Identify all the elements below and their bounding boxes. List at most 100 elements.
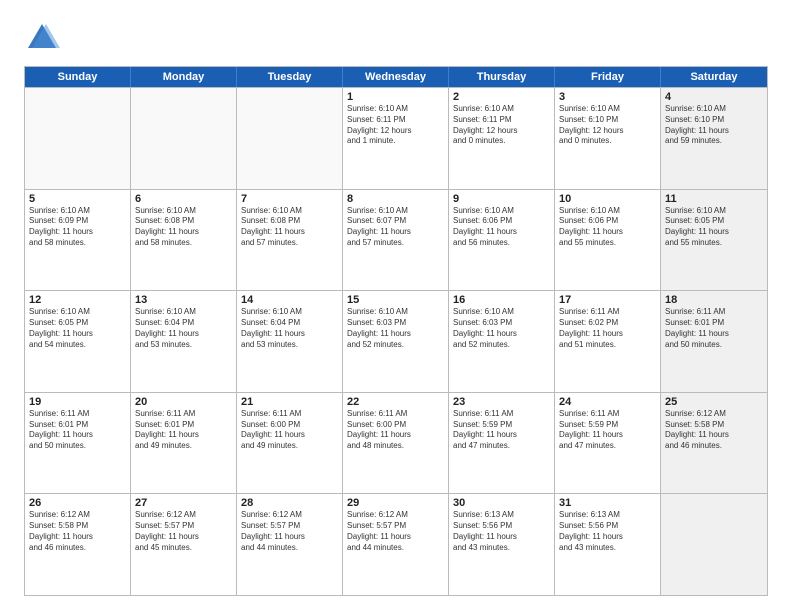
cell-info: Sunrise: 6:10 AMSunset: 6:11 PMDaylight:… <box>347 104 444 147</box>
calendar-cell: 3Sunrise: 6:10 AMSunset: 6:10 PMDaylight… <box>555 88 661 189</box>
day-number: 5 <box>29 193 126 205</box>
calendar-cell: 16Sunrise: 6:10 AMSunset: 6:03 PMDayligh… <box>449 291 555 392</box>
calendar-cell <box>237 88 343 189</box>
calendar-cell: 27Sunrise: 6:12 AMSunset: 5:57 PMDayligh… <box>131 494 237 595</box>
day-number: 12 <box>29 294 126 306</box>
calendar-cell: 4Sunrise: 6:10 AMSunset: 6:10 PMDaylight… <box>661 88 767 189</box>
cell-info: Sunrise: 6:10 AMSunset: 6:09 PMDaylight:… <box>29 206 126 249</box>
weekday-header: Saturday <box>661 67 767 87</box>
day-number: 25 <box>665 396 763 408</box>
calendar-cell: 21Sunrise: 6:11 AMSunset: 6:00 PMDayligh… <box>237 393 343 494</box>
day-number: 21 <box>241 396 338 408</box>
cell-info: Sunrise: 6:11 AMSunset: 5:59 PMDaylight:… <box>453 409 550 452</box>
cell-info: Sunrise: 6:10 AMSunset: 6:05 PMDaylight:… <box>29 307 126 350</box>
day-number: 9 <box>453 193 550 205</box>
cell-info: Sunrise: 6:10 AMSunset: 6:06 PMDaylight:… <box>453 206 550 249</box>
cell-info: Sunrise: 6:12 AMSunset: 5:57 PMDaylight:… <box>135 510 232 553</box>
day-number: 18 <box>665 294 763 306</box>
cell-info: Sunrise: 6:12 AMSunset: 5:57 PMDaylight:… <box>241 510 338 553</box>
day-number: 27 <box>135 497 232 509</box>
day-number: 14 <box>241 294 338 306</box>
page: SundayMondayTuesdayWednesdayThursdayFrid… <box>0 0 792 612</box>
cell-info: Sunrise: 6:10 AMSunset: 6:10 PMDaylight:… <box>559 104 656 147</box>
weekday-header: Tuesday <box>237 67 343 87</box>
calendar-week: 5Sunrise: 6:10 AMSunset: 6:09 PMDaylight… <box>25 189 767 291</box>
day-number: 30 <box>453 497 550 509</box>
cell-info: Sunrise: 6:10 AMSunset: 6:06 PMDaylight:… <box>559 206 656 249</box>
calendar-week: 12Sunrise: 6:10 AMSunset: 6:05 PMDayligh… <box>25 290 767 392</box>
calendar-body: 1Sunrise: 6:10 AMSunset: 6:11 PMDaylight… <box>25 87 767 595</box>
calendar-cell: 5Sunrise: 6:10 AMSunset: 6:09 PMDaylight… <box>25 190 131 291</box>
calendar-cell <box>661 494 767 595</box>
cell-info: Sunrise: 6:10 AMSunset: 6:05 PMDaylight:… <box>665 206 763 249</box>
day-number: 31 <box>559 497 656 509</box>
calendar-cell: 29Sunrise: 6:12 AMSunset: 5:57 PMDayligh… <box>343 494 449 595</box>
calendar-cell: 20Sunrise: 6:11 AMSunset: 6:01 PMDayligh… <box>131 393 237 494</box>
cell-info: Sunrise: 6:10 AMSunset: 6:04 PMDaylight:… <box>241 307 338 350</box>
calendar-cell: 14Sunrise: 6:10 AMSunset: 6:04 PMDayligh… <box>237 291 343 392</box>
calendar-cell: 11Sunrise: 6:10 AMSunset: 6:05 PMDayligh… <box>661 190 767 291</box>
calendar-cell: 13Sunrise: 6:10 AMSunset: 6:04 PMDayligh… <box>131 291 237 392</box>
day-number: 15 <box>347 294 444 306</box>
calendar-cell: 24Sunrise: 6:11 AMSunset: 5:59 PMDayligh… <box>555 393 661 494</box>
day-number: 8 <box>347 193 444 205</box>
day-number: 3 <box>559 91 656 103</box>
cell-info: Sunrise: 6:10 AMSunset: 6:03 PMDaylight:… <box>453 307 550 350</box>
day-number: 2 <box>453 91 550 103</box>
day-number: 24 <box>559 396 656 408</box>
calendar-cell: 6Sunrise: 6:10 AMSunset: 6:08 PMDaylight… <box>131 190 237 291</box>
cell-info: Sunrise: 6:10 AMSunset: 6:07 PMDaylight:… <box>347 206 444 249</box>
day-number: 7 <box>241 193 338 205</box>
day-number: 10 <box>559 193 656 205</box>
cell-info: Sunrise: 6:13 AMSunset: 5:56 PMDaylight:… <box>453 510 550 553</box>
day-number: 20 <box>135 396 232 408</box>
cell-info: Sunrise: 6:12 AMSunset: 5:58 PMDaylight:… <box>29 510 126 553</box>
calendar-cell: 15Sunrise: 6:10 AMSunset: 6:03 PMDayligh… <box>343 291 449 392</box>
weekday-header: Wednesday <box>343 67 449 87</box>
weekday-header: Thursday <box>449 67 555 87</box>
calendar-week: 19Sunrise: 6:11 AMSunset: 6:01 PMDayligh… <box>25 392 767 494</box>
calendar-cell: 12Sunrise: 6:10 AMSunset: 6:05 PMDayligh… <box>25 291 131 392</box>
calendar-cell: 28Sunrise: 6:12 AMSunset: 5:57 PMDayligh… <box>237 494 343 595</box>
day-number: 13 <box>135 294 232 306</box>
calendar-cell: 18Sunrise: 6:11 AMSunset: 6:01 PMDayligh… <box>661 291 767 392</box>
day-number: 17 <box>559 294 656 306</box>
calendar-cell: 10Sunrise: 6:10 AMSunset: 6:06 PMDayligh… <box>555 190 661 291</box>
calendar-cell: 25Sunrise: 6:12 AMSunset: 5:58 PMDayligh… <box>661 393 767 494</box>
cell-info: Sunrise: 6:10 AMSunset: 6:08 PMDaylight:… <box>241 206 338 249</box>
calendar-week: 26Sunrise: 6:12 AMSunset: 5:58 PMDayligh… <box>25 493 767 595</box>
weekday-header: Monday <box>131 67 237 87</box>
cell-info: Sunrise: 6:10 AMSunset: 6:10 PMDaylight:… <box>665 104 763 147</box>
day-number: 22 <box>347 396 444 408</box>
cell-info: Sunrise: 6:10 AMSunset: 6:11 PMDaylight:… <box>453 104 550 147</box>
day-number: 11 <box>665 193 763 205</box>
day-number: 1 <box>347 91 444 103</box>
weekday-header: Sunday <box>25 67 131 87</box>
calendar-header: SundayMondayTuesdayWednesdayThursdayFrid… <box>25 67 767 87</box>
calendar-cell: 2Sunrise: 6:10 AMSunset: 6:11 PMDaylight… <box>449 88 555 189</box>
calendar-cell: 7Sunrise: 6:10 AMSunset: 6:08 PMDaylight… <box>237 190 343 291</box>
cell-info: Sunrise: 6:11 AMSunset: 6:01 PMDaylight:… <box>665 307 763 350</box>
cell-info: Sunrise: 6:11 AMSunset: 5:59 PMDaylight:… <box>559 409 656 452</box>
calendar-cell: 31Sunrise: 6:13 AMSunset: 5:56 PMDayligh… <box>555 494 661 595</box>
day-number: 16 <box>453 294 550 306</box>
day-number: 26 <box>29 497 126 509</box>
cell-info: Sunrise: 6:11 AMSunset: 6:02 PMDaylight:… <box>559 307 656 350</box>
weekday-header: Friday <box>555 67 661 87</box>
day-number: 4 <box>665 91 763 103</box>
calendar-cell: 9Sunrise: 6:10 AMSunset: 6:06 PMDaylight… <box>449 190 555 291</box>
cell-info: Sunrise: 6:12 AMSunset: 5:58 PMDaylight:… <box>665 409 763 452</box>
day-number: 23 <box>453 396 550 408</box>
cell-info: Sunrise: 6:10 AMSunset: 6:04 PMDaylight:… <box>135 307 232 350</box>
calendar-cell: 17Sunrise: 6:11 AMSunset: 6:02 PMDayligh… <box>555 291 661 392</box>
cell-info: Sunrise: 6:10 AMSunset: 6:08 PMDaylight:… <box>135 206 232 249</box>
day-number: 19 <box>29 396 126 408</box>
logo-icon <box>24 20 60 56</box>
day-number: 28 <box>241 497 338 509</box>
header <box>24 20 768 56</box>
calendar: SundayMondayTuesdayWednesdayThursdayFrid… <box>24 66 768 596</box>
calendar-cell <box>131 88 237 189</box>
calendar-cell: 22Sunrise: 6:11 AMSunset: 6:00 PMDayligh… <box>343 393 449 494</box>
cell-info: Sunrise: 6:10 AMSunset: 6:03 PMDaylight:… <box>347 307 444 350</box>
calendar-cell: 30Sunrise: 6:13 AMSunset: 5:56 PMDayligh… <box>449 494 555 595</box>
